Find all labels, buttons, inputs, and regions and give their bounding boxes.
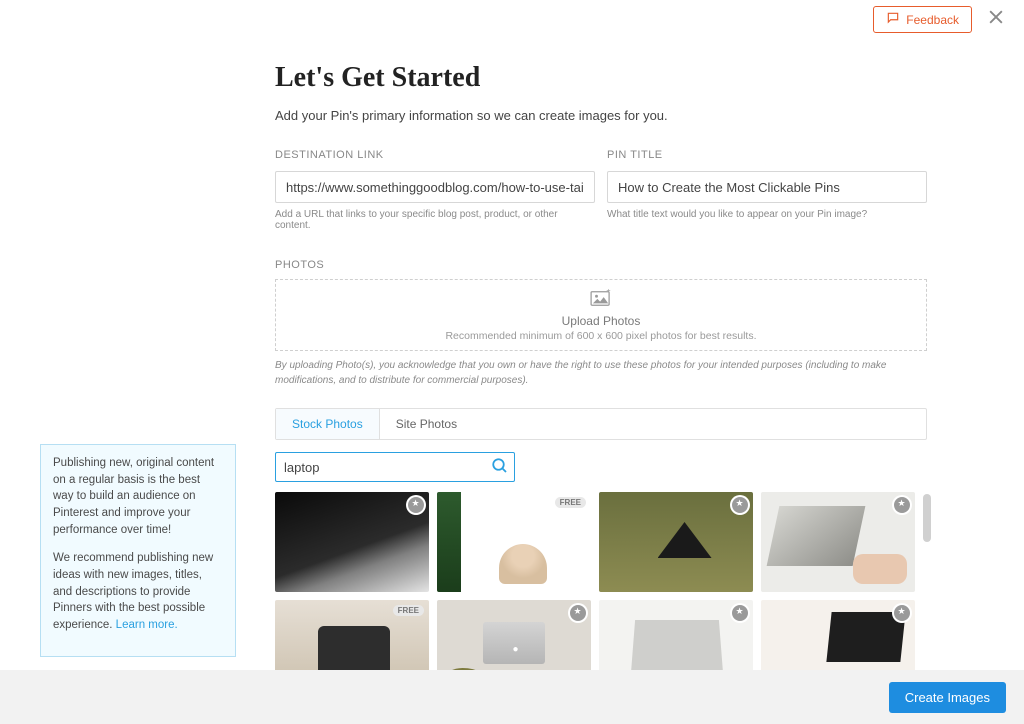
- tab-site-photos[interactable]: Site Photos: [380, 409, 473, 439]
- destination-link-input[interactable]: [275, 171, 595, 203]
- search-button[interactable]: [491, 457, 509, 480]
- photo-thumb[interactable]: FREE: [437, 492, 591, 592]
- photos-section-label: PHOTOS: [275, 259, 927, 271]
- create-images-button[interactable]: Create Images: [889, 682, 1006, 713]
- feedback-label: Feedback: [906, 13, 959, 27]
- stock-photo-grid: FREE FREE: [275, 492, 927, 700]
- upload-disclaimer: By uploading Photo(s), you acknowledge t…: [275, 359, 927, 388]
- photo-thumb[interactable]: [599, 492, 753, 592]
- image-upload-icon: +: [590, 289, 612, 312]
- pin-title-input[interactable]: [607, 171, 927, 203]
- page-subtitle: Add your Pin's primary information so we…: [275, 108, 927, 123]
- learn-more-link[interactable]: Learn more.: [116, 619, 178, 631]
- publishing-tip-box: Publishing new, original content on a re…: [40, 444, 236, 657]
- feedback-button[interactable]: Feedback: [873, 6, 972, 33]
- upload-photos-zone[interactable]: + Upload Photos Recommended minimum of 6…: [275, 279, 927, 351]
- grid-scrollbar[interactable]: [923, 492, 931, 700]
- feedback-icon: [886, 11, 900, 28]
- grid-scrollbar-thumb[interactable]: [923, 494, 931, 542]
- svg-text:+: +: [606, 289, 610, 295]
- tip-paragraph-1: Publishing new, original content on a re…: [53, 455, 223, 538]
- upload-photos-hint: Recommended minimum of 600 x 600 pixel p…: [445, 330, 756, 342]
- free-badge: FREE: [555, 497, 586, 508]
- tab-stock-photos[interactable]: Stock Photos: [276, 409, 380, 439]
- tip-paragraph-2: We recommend publishing new ideas with n…: [53, 550, 223, 633]
- premium-badge-icon: [732, 497, 748, 513]
- premium-badge-icon: [408, 497, 424, 513]
- upload-photos-title: Upload Photos: [562, 314, 641, 328]
- destination-link-label: DESTINATION LINK: [275, 149, 595, 161]
- close-button[interactable]: [986, 7, 1006, 32]
- stock-photo-search-input[interactable]: [275, 452, 515, 482]
- free-badge: FREE: [393, 605, 424, 616]
- premium-badge-icon: [570, 605, 586, 621]
- pin-title-helper: What title text would you like to appear…: [607, 209, 927, 220]
- destination-link-helper: Add a URL that links to your specific bl…: [275, 209, 595, 231]
- photo-thumb[interactable]: [761, 492, 915, 592]
- close-icon: [986, 7, 1006, 27]
- premium-badge-icon: [732, 605, 748, 621]
- premium-badge-icon: [894, 497, 910, 513]
- page-title: Let's Get Started: [275, 62, 927, 94]
- premium-badge-icon: [894, 605, 910, 621]
- photo-thumb[interactable]: [275, 492, 429, 592]
- search-icon: [491, 457, 509, 475]
- pin-title-label: PIN TITLE: [607, 149, 927, 161]
